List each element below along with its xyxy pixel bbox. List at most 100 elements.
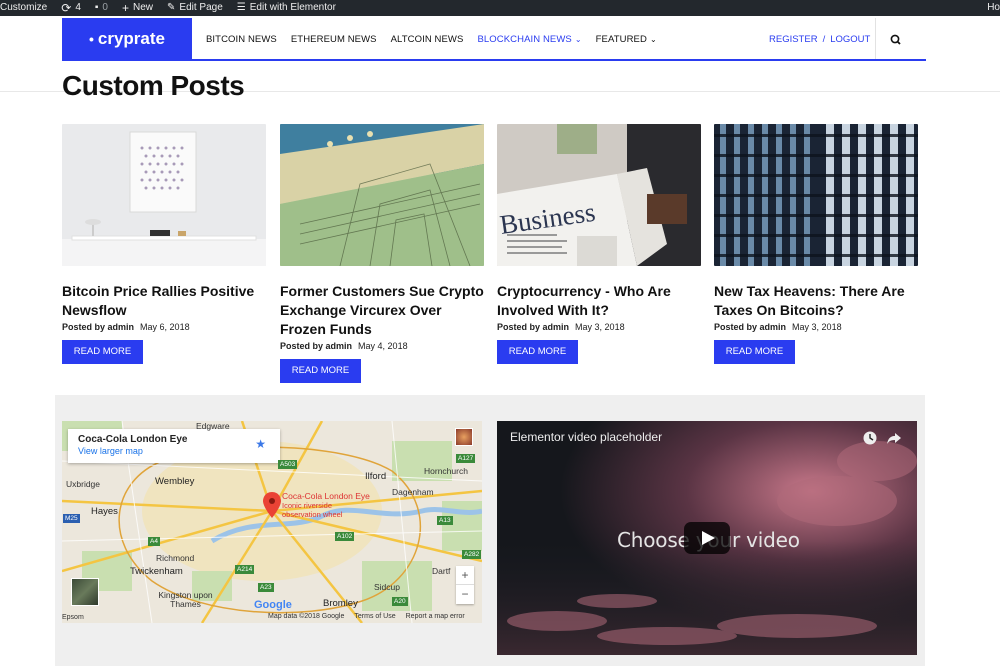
post-thumbnail[interactable] — [62, 124, 266, 266]
page-title: Custom Posts — [62, 70, 245, 101]
updates-count: 4 — [75, 2, 81, 13]
map-label: Richmond — [156, 553, 195, 563]
post-author[interactable]: admin — [108, 322, 135, 332]
updates-link[interactable]: ⟳ 4 — [61, 0, 81, 16]
map-label: Kingston upon Thames — [158, 590, 213, 609]
search-button[interactable] — [885, 30, 907, 50]
banknote-image — [280, 124, 484, 266]
elementor-icon: ☰ — [236, 2, 246, 13]
register-link[interactable]: REGISTER — [769, 34, 818, 45]
post-author[interactable]: admin — [543, 322, 570, 332]
posted-by-label: Posted by — [280, 341, 324, 351]
comments-link[interactable]: ▪ 0 — [95, 0, 108, 16]
map-label: Epsom — [62, 614, 84, 621]
newspaper-image: Business — [497, 124, 701, 266]
view-larger-map-link[interactable]: View larger map — [78, 446, 270, 456]
map-label: Dartf — [432, 566, 451, 576]
site-logo[interactable]: • cryprate — [62, 18, 192, 60]
terms-link[interactable]: Terms of Use — [354, 613, 395, 620]
auth-separator: / — [822, 33, 826, 45]
read-more-button[interactable]: READ MORE — [62, 340, 143, 364]
nav-altcoin-news[interactable]: ALTCOIN NEWS — [391, 34, 464, 45]
read-more-button[interactable]: READ MORE — [280, 359, 361, 383]
post-title[interactable]: Former Customers Sue Crypto Exchange Vir… — [280, 282, 484, 339]
post-meta: Posted by admin May 4, 2018 — [280, 341, 484, 351]
posted-by-label: Posted by — [497, 322, 541, 332]
map-label: Sidcup — [374, 582, 400, 592]
nav-label: BITCOIN NEWS — [206, 33, 277, 45]
map-label: Hayes — [91, 506, 118, 517]
pin-subtitle-1: Iconic riverside — [282, 501, 333, 510]
logout-link[interactable]: LOGOUT — [830, 34, 870, 45]
nav-blockchain-news[interactable]: BLOCKCHAIN NEWS ⌄ — [477, 34, 581, 45]
map-label: Hornchurch — [424, 466, 468, 476]
nav-ethereum-news[interactable]: ETHEREUM NEWS — [291, 34, 377, 45]
howdy-link[interactable]: Ho — [987, 0, 1000, 16]
post-date: May 3, 2018 — [792, 322, 842, 332]
road-badge-m25: M25 — [63, 514, 80, 523]
customize-label: Customize — [0, 2, 48, 13]
comment-icon: ▪ — [94, 2, 99, 13]
watch-later-icon[interactable] — [862, 430, 878, 446]
post-author[interactable]: admin — [760, 322, 787, 332]
road-badge-a20: A20 — [392, 597, 408, 606]
map-label: Dagenham — [392, 487, 434, 497]
nav-underline — [62, 59, 926, 61]
chevron-down-icon: ⌄ — [574, 34, 582, 44]
post-author[interactable]: admin — [326, 341, 353, 351]
road-badge-a214: A214 — [235, 565, 255, 574]
post-thumbnail[interactable] — [280, 124, 484, 266]
header-divider — [875, 18, 876, 60]
logo-dot-icon: • — [88, 31, 94, 47]
logo-text: cryprate — [97, 29, 165, 48]
main-nav: BITCOIN NEWS ETHEREUM NEWS ALTCOIN NEWS … — [206, 18, 657, 60]
edit-page-link[interactable]: ✎ Edit Page — [167, 0, 223, 16]
map-label: Bromley — [323, 598, 358, 609]
zoom-in-button[interactable]: + — [456, 566, 474, 585]
post-title[interactable]: Bitcoin Price Rallies Positive Newsflow — [62, 282, 266, 320]
road-badge-a282: A282 — [462, 550, 482, 559]
map-pin-label[interactable]: Coca-Cola London Eye Iconic riverside ob… — [282, 491, 370, 520]
pin-title: Coca-Cola London Eye — [282, 491, 370, 501]
nav-label: BLOCKCHAIN NEWS — [477, 33, 572, 45]
report-map-error-link[interactable]: Report a map error — [406, 613, 465, 620]
post-title[interactable]: New Tax Heavens: There Are Taxes On Bitc… — [714, 282, 918, 320]
map-photo-thumb[interactable] — [455, 428, 473, 446]
edit-elementor-link[interactable]: ☰ Edit with Elementor — [237, 0, 336, 16]
map-label: Twickenham — [130, 566, 183, 577]
read-more-button[interactable]: READ MORE — [497, 340, 578, 364]
post-meta: Posted by admin May 6, 2018 — [62, 322, 266, 332]
road-badge-a4: A4 — [148, 537, 160, 546]
desk-image — [62, 124, 266, 266]
auth-links: REGISTER / LOGOUT — [769, 18, 870, 60]
play-button[interactable] — [684, 522, 730, 554]
pencil-icon: ✎ — [167, 2, 176, 13]
map-place-card: Coca-Cola London Eye View larger map ★ — [68, 429, 280, 463]
road-badge-a102: A102 — [335, 532, 355, 541]
map-footer: Map data ©2018 Google Terms of Use Repor… — [268, 613, 465, 620]
zoom-out-button[interactable]: − — [456, 585, 474, 603]
post-title[interactable]: Cryptocurrency - Who Are Involved With I… — [497, 282, 701, 320]
video-title: Elementor video placeholder — [510, 430, 663, 444]
building-image — [714, 124, 918, 266]
play-icon — [702, 531, 715, 545]
howdy-label: Ho — [987, 2, 1000, 13]
post-thumbnail[interactable]: Business — [497, 124, 701, 266]
new-link[interactable]: + New — [122, 0, 153, 16]
post-meta: Posted by admin May 3, 2018 — [714, 322, 918, 332]
road-badge-a13: A13 — [437, 516, 453, 525]
nav-bitcoin-news[interactable]: BITCOIN NEWS — [206, 34, 277, 45]
read-more-button[interactable]: READ MORE — [714, 340, 795, 364]
refresh-icon: ⟳ — [61, 1, 72, 15]
nav-featured[interactable]: FEATURED ⌄ — [596, 34, 657, 45]
post-thumbnail[interactable] — [714, 124, 918, 266]
customize-link[interactable]: Customize — [0, 0, 47, 16]
nav-label: ALTCOIN NEWS — [390, 33, 464, 45]
share-icon[interactable] — [886, 430, 902, 446]
satellite-toggle[interactable] — [71, 578, 99, 606]
new-label: New — [133, 2, 154, 13]
google-logo: Google — [254, 599, 292, 611]
post-date: May 3, 2018 — [575, 322, 625, 332]
star-icon[interactable]: ★ — [255, 437, 266, 451]
map-label: Edgware — [196, 421, 230, 431]
